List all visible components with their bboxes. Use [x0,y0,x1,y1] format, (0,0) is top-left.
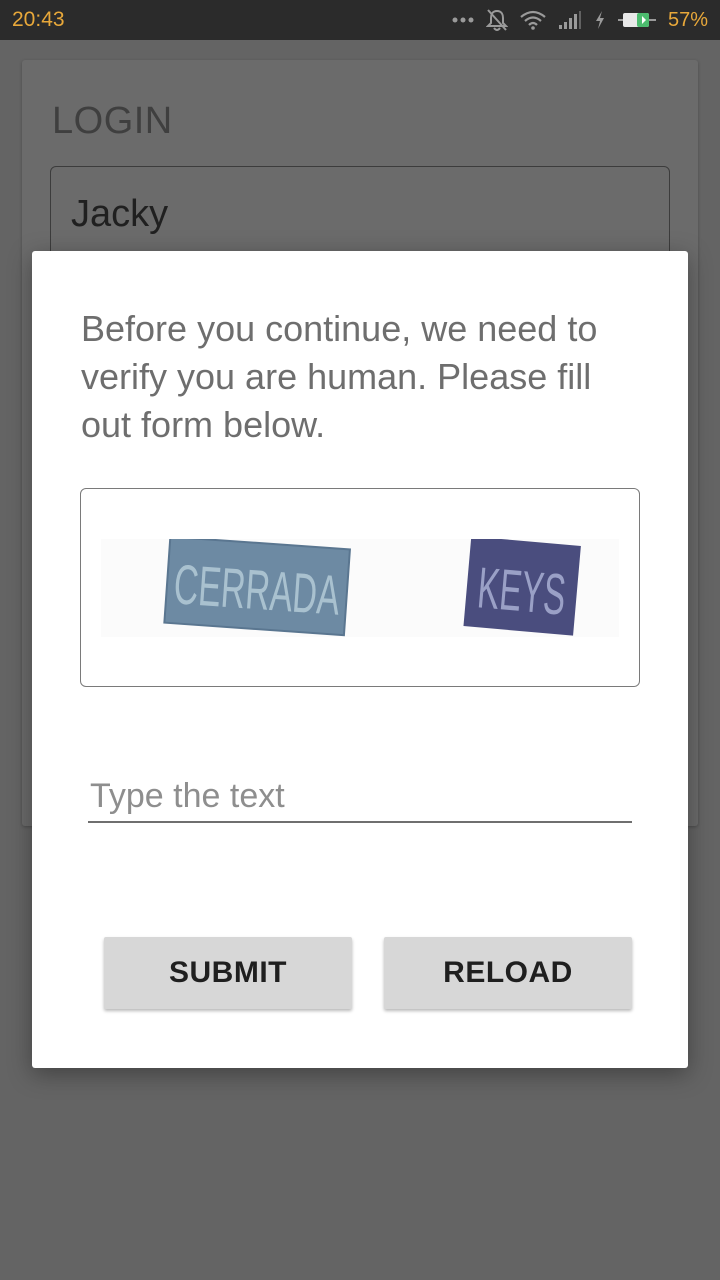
battery-percent: 57% [667,8,708,31]
status-time: 20:43 [12,8,65,31]
signal-icon [558,10,582,30]
captcha-word-1-text: CERRADA [172,552,342,626]
captcha-input-wrapper [88,771,632,823]
status-bar: 20:43 57% [0,0,720,40]
captcha-word-1: CERRADA [163,539,351,637]
more-dots-icon [452,16,474,24]
captcha-dialog: Before you continue, we need to verify y… [32,251,688,1068]
captcha-word-2: KEYS [463,539,581,636]
status-icons: 57% [452,8,708,32]
battery-icon [617,10,656,30]
captcha-frame: CERRADA KEYS [80,488,640,687]
captcha-word-2-text: KEYS [475,555,568,627]
verification-message: Before you continue, we need to verify y… [81,308,598,445]
wifi-icon [520,10,546,30]
reload-button[interactable]: RELOAD [384,937,632,1009]
charging-icon [594,10,606,30]
captcha-input[interactable] [88,771,632,821]
captcha-image: CERRADA KEYS [101,539,619,637]
notifications-off-icon [485,8,508,32]
submit-button[interactable]: SUBMIT [104,937,352,1009]
